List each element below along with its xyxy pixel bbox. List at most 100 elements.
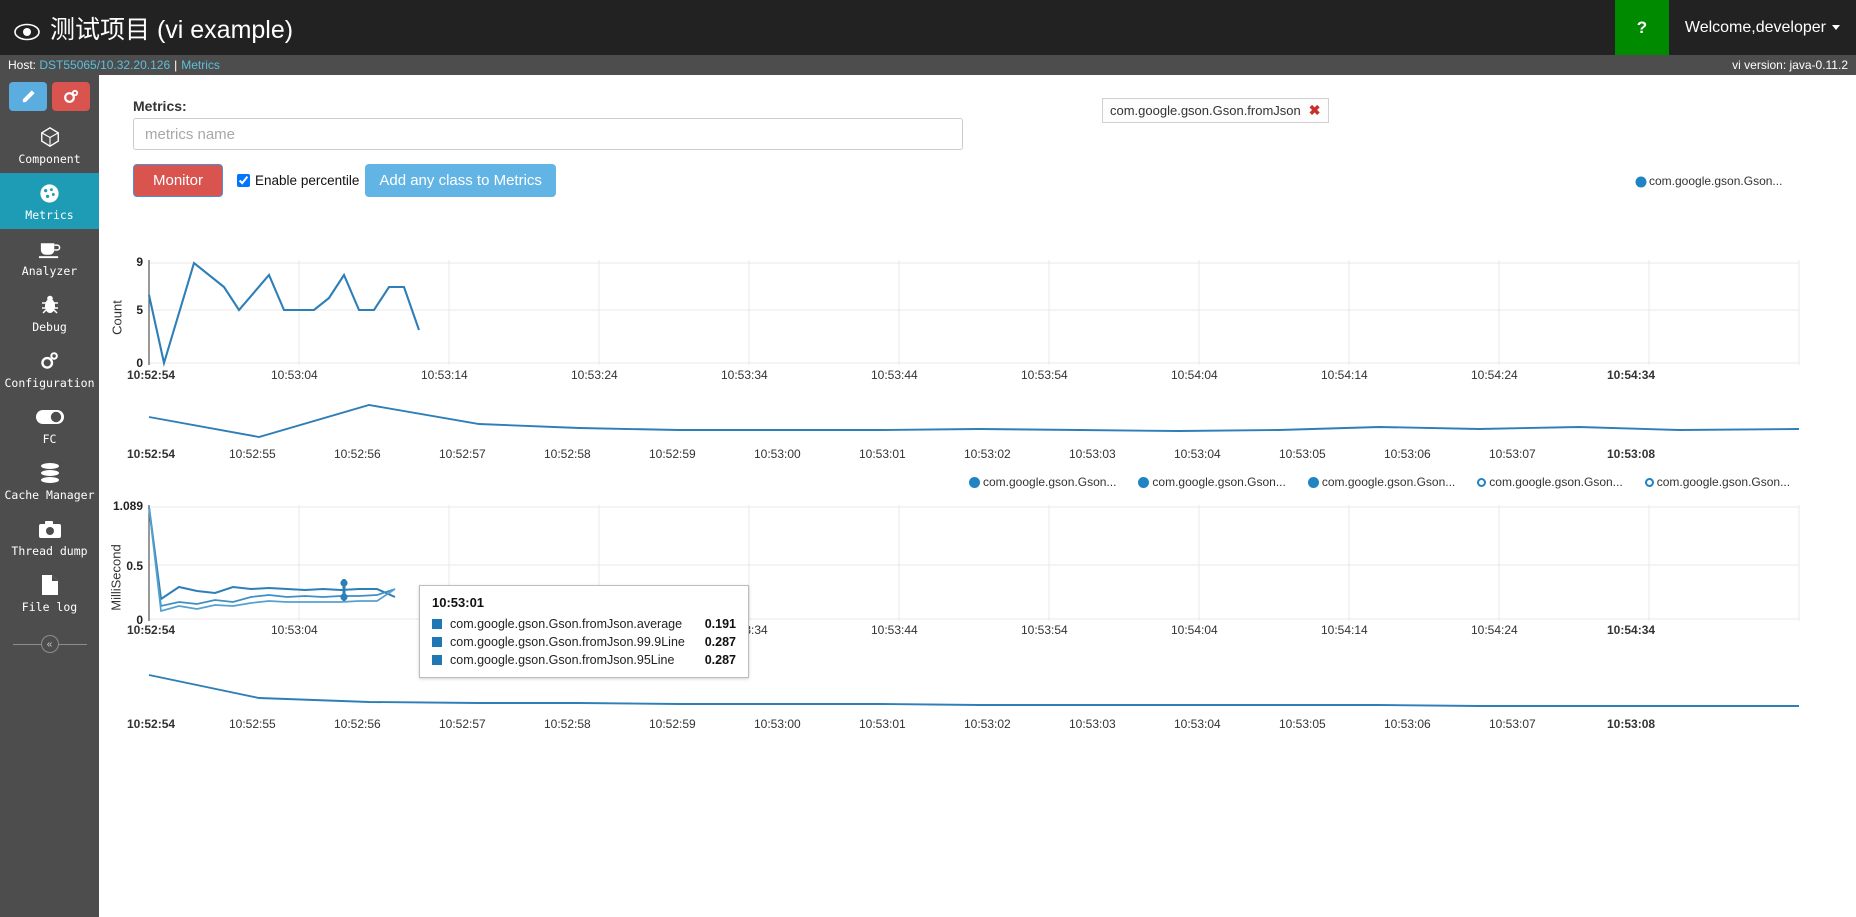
legend-marker-icon — [1644, 477, 1654, 487]
selected-metric-label: com.google.gson.Gson.fromJson — [1110, 103, 1301, 118]
metrics-field-label: Metrics: — [133, 98, 187, 114]
chevron-down-icon — [1832, 25, 1840, 30]
count-overview-xtick: 10:52:59 — [649, 447, 696, 461]
millisecond-xtick: 10:52:54 — [127, 623, 176, 637]
count-chart: Count 9 5 0 com.google.gson.Gson... 10:5… — [99, 170, 1856, 382]
tooltip-series-name: com.google.gson.Gson.fromJson.99.9Line — [450, 635, 685, 649]
sidebar-item-label: Thread dump — [11, 544, 88, 558]
millisecond-overview-xtick: 10:52:54 — [127, 717, 176, 731]
legend-marker-icon — [1307, 476, 1319, 488]
legend-marker-icon — [1477, 477, 1487, 487]
eye-icon — [14, 19, 40, 40]
millisecond-overview-xtick: 10:53:08 — [1607, 717, 1656, 731]
millisecond-overview-xtick: 10:53:01 — [859, 717, 906, 731]
close-icon[interactable]: ✖ — [1309, 102, 1321, 119]
legend-label: com.google.gson.Gson... — [1649, 174, 1783, 188]
sidebar-item-analyzer[interactable]: Analyzer — [0, 229, 99, 285]
millisecond-overview-xtick: 10:53:07 — [1489, 717, 1536, 731]
main-content: Metrics: Monitor Enable percentile Add a… — [99, 75, 1856, 917]
user-menu-label: Welcome,developer — [1684, 18, 1826, 36]
series-color-swatch — [432, 655, 442, 665]
millisecond-xtick: 10:54:14 — [1321, 623, 1368, 637]
file-icon — [41, 574, 59, 596]
count-overview-xtick: 10:52:56 — [334, 447, 381, 461]
breadcrumb-metrics-link[interactable]: Metrics — [181, 58, 220, 72]
series-color-swatch — [432, 619, 442, 629]
count-overview-xtick: 10:53:07 — [1489, 447, 1536, 461]
millisecond-overview-xtick: 10:52:59 — [649, 717, 696, 731]
millisecond-overview-xtick: 10:52:57 — [439, 717, 486, 731]
count-overview-xtick: 10:53:02 — [964, 447, 1011, 461]
millisecond-xtick: 10:54:04 — [1171, 623, 1218, 637]
help-button[interactable]: ? — [1614, 0, 1669, 55]
sidebar-item-thread-dump[interactable]: Thread dump — [0, 509, 99, 565]
chevron-left-icon: « — [40, 635, 59, 653]
sidebar-item-debug[interactable]: Debug — [0, 285, 99, 341]
host-label: Host: — [8, 58, 37, 72]
sidebar-item-cache-manager[interactable]: Cache Manager — [0, 453, 99, 509]
count-overview-plot — [148, 404, 1800, 438]
millisecond-plot — [148, 505, 1800, 621]
app-brand: 测试项目 (vi example) — [0, 10, 293, 46]
tooltip-series-value: 0.287 — [704, 635, 736, 649]
breadcrumb: Host: DST55065/10.32.20.126 | Metrics vi… — [0, 55, 1856, 75]
breadcrumb-separator: | — [174, 58, 178, 72]
tooltip-series-value: 0.191 — [704, 617, 736, 631]
count-xtick: 10:53:14 — [421, 368, 468, 382]
sidebar-item-fc[interactable]: FC — [0, 397, 99, 453]
sidebar-item-file-log[interactable]: File log — [0, 565, 99, 621]
count-overview-xtick: 10:53:08 — [1607, 447, 1656, 461]
legend-item[interactable]: com.google.gson.Gson... — [1644, 475, 1790, 489]
bug-icon — [40, 294, 60, 316]
sidebar-item-label: Debug — [32, 320, 67, 334]
count-xtick: 10:53:54 — [1021, 368, 1068, 382]
gears-icon — [38, 350, 61, 372]
millisecond-xtick: 10:53:04 — [271, 623, 318, 637]
user-menu[interactable]: Welcome,developer — [1669, 0, 1856, 55]
millisecond-legend: com.google.gson.Gson... com.google.gson.… — [969, 475, 1790, 489]
legend-label: com.google.gson.Gson... — [1321, 475, 1456, 489]
sidebar-item-configuration[interactable]: Configuration — [0, 341, 99, 397]
millisecond-xtick: 10:53:44 — [871, 623, 918, 637]
count-xtick: 10:53:34 — [721, 368, 768, 382]
tooltip-timestamp: 10:53:01 — [432, 595, 485, 610]
count-overview-xtick: 10:53:06 — [1384, 447, 1431, 461]
sidebar-collapse-button[interactable]: « — [0, 631, 99, 657]
legend-item[interactable]: com.google.gson.Gson... — [1138, 475, 1286, 489]
settings-button[interactable] — [52, 82, 90, 111]
count-overview-xtick: 10:53:01 — [859, 447, 906, 461]
tooltip-series-value: 0.287 — [704, 653, 736, 667]
millisecond-overview-xtick: 10:52:58 — [544, 717, 591, 731]
legend-item[interactable]: com.google.gson.Gson... — [1477, 475, 1623, 489]
sidebar-item-label: Component — [18, 152, 81, 166]
host-link[interactable]: DST55065/10.32.20.126 — [39, 58, 170, 72]
series-color-swatch — [432, 637, 442, 647]
metrics-name-input[interactable] — [133, 118, 963, 150]
legend-item[interactable]: com.google.gson.Gson... — [969, 475, 1116, 489]
toggle-icon — [35, 406, 64, 428]
tooltip-row: com.google.gson.Gson.fromJson.95Line 0.2… — [432, 651, 736, 669]
millisecond-overview-xtick: 10:52:55 — [229, 717, 276, 731]
count-overview-xtick: 10:52:58 — [544, 447, 591, 461]
tooltip-series-name: com.google.gson.Gson.fromJson.95Line — [450, 653, 675, 667]
legend-label: com.google.gson.Gson... — [1489, 475, 1623, 489]
sidebar-item-metrics[interactable]: Metrics — [0, 173, 99, 229]
legend-item[interactable]: com.google.gson.Gson... — [1307, 475, 1456, 489]
selected-metric-chip[interactable]: com.google.gson.Gson.fromJson ✖ — [1102, 98, 1329, 123]
page-title: 测试项目 (vi example) — [50, 15, 294, 44]
millisecond-xtick: 10:54:34 — [1607, 623, 1656, 637]
count-overview-xtick: 10:53:00 — [754, 447, 801, 461]
legend-item[interactable]: com.google.gson.Gson... — [1649, 174, 1782, 188]
count-xtick: 10:53:44 — [871, 368, 918, 382]
millisecond-overview-plot — [148, 674, 1799, 707]
millisecond-overview-xtick: 10:53:05 — [1279, 717, 1326, 731]
count-overview-xtick: 10:52:54 — [127, 447, 176, 461]
sidebar-item-label: Cache Manager — [4, 488, 95, 502]
sidebar-item-component[interactable]: Component — [0, 117, 99, 173]
edit-button[interactable] — [9, 82, 47, 111]
millisecond-xtick: 10:54:24 — [1471, 623, 1518, 637]
legend-marker-icon — [969, 476, 980, 488]
sidebar-tools — [0, 75, 99, 117]
count-overview-xtick: 10:53:03 — [1069, 447, 1116, 461]
count-xtick: 10:53:24 — [571, 368, 618, 382]
